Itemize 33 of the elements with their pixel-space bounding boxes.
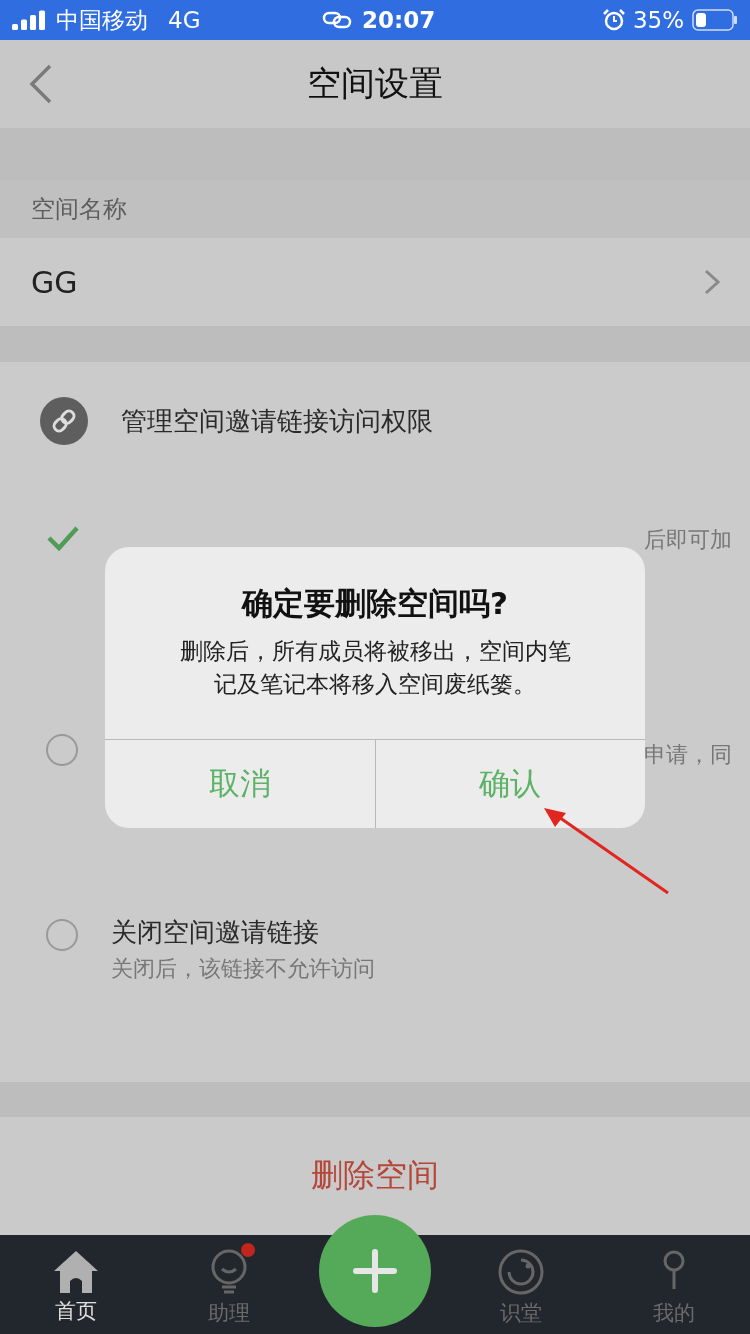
dialog-message: 删除后，所有成员将被移出，空间内笔记及笔记本将移入空间废纸篓。 bbox=[178, 637, 572, 699]
checkmark-icon[interactable] bbox=[46, 524, 80, 551]
plus-icon bbox=[353, 1249, 397, 1293]
tab-item[interactable]: 我的 bbox=[597, 1243, 750, 1328]
space-name-value: GG bbox=[31, 264, 78, 300]
tab-item[interactable]: 首页 bbox=[0, 1243, 153, 1326]
space-name-row[interactable]: GG bbox=[0, 238, 750, 326]
radio-button[interactable] bbox=[46, 733, 78, 766]
alarm-icon bbox=[602, 9, 625, 31]
section-label: 空间名称 bbox=[0, 180, 750, 238]
dialog-title: 确定要删除空间吗? bbox=[242, 584, 508, 623]
tab-item[interactable]: 识堂 bbox=[445, 1243, 598, 1328]
battery-percent: 35% bbox=[632, 7, 684, 33]
network-type: 4G bbox=[168, 7, 201, 33]
option-description: 后即可加 bbox=[644, 525, 732, 554]
clock-time: 20:07 bbox=[362, 7, 436, 33]
signal-icon bbox=[12, 10, 46, 30]
radio-button[interactable] bbox=[46, 919, 78, 952]
option-title: 关闭空间邀请链接 bbox=[111, 916, 320, 950]
carrier-name: 中国移动 bbox=[56, 5, 148, 35]
dialog-button[interactable]: 取消 bbox=[105, 740, 375, 828]
battery-icon bbox=[692, 9, 738, 31]
chevron-right-icon bbox=[704, 269, 720, 295]
page-title: 空间设置 bbox=[307, 62, 443, 105]
option-description: 关闭后，该链接不允许访问 bbox=[111, 955, 376, 984]
smile-icon bbox=[498, 1249, 545, 1295]
back-icon[interactable] bbox=[28, 64, 54, 104]
tab-item[interactable]: 助理 bbox=[152, 1243, 305, 1328]
delete-space-button[interactable]: 删除空间 bbox=[303, 1150, 447, 1202]
link-icon bbox=[322, 11, 352, 29]
section-title: 管理空间邀请链接访问权限 bbox=[121, 404, 433, 438]
option-description: 申请，同 bbox=[644, 740, 732, 769]
link-icon bbox=[40, 397, 88, 446]
